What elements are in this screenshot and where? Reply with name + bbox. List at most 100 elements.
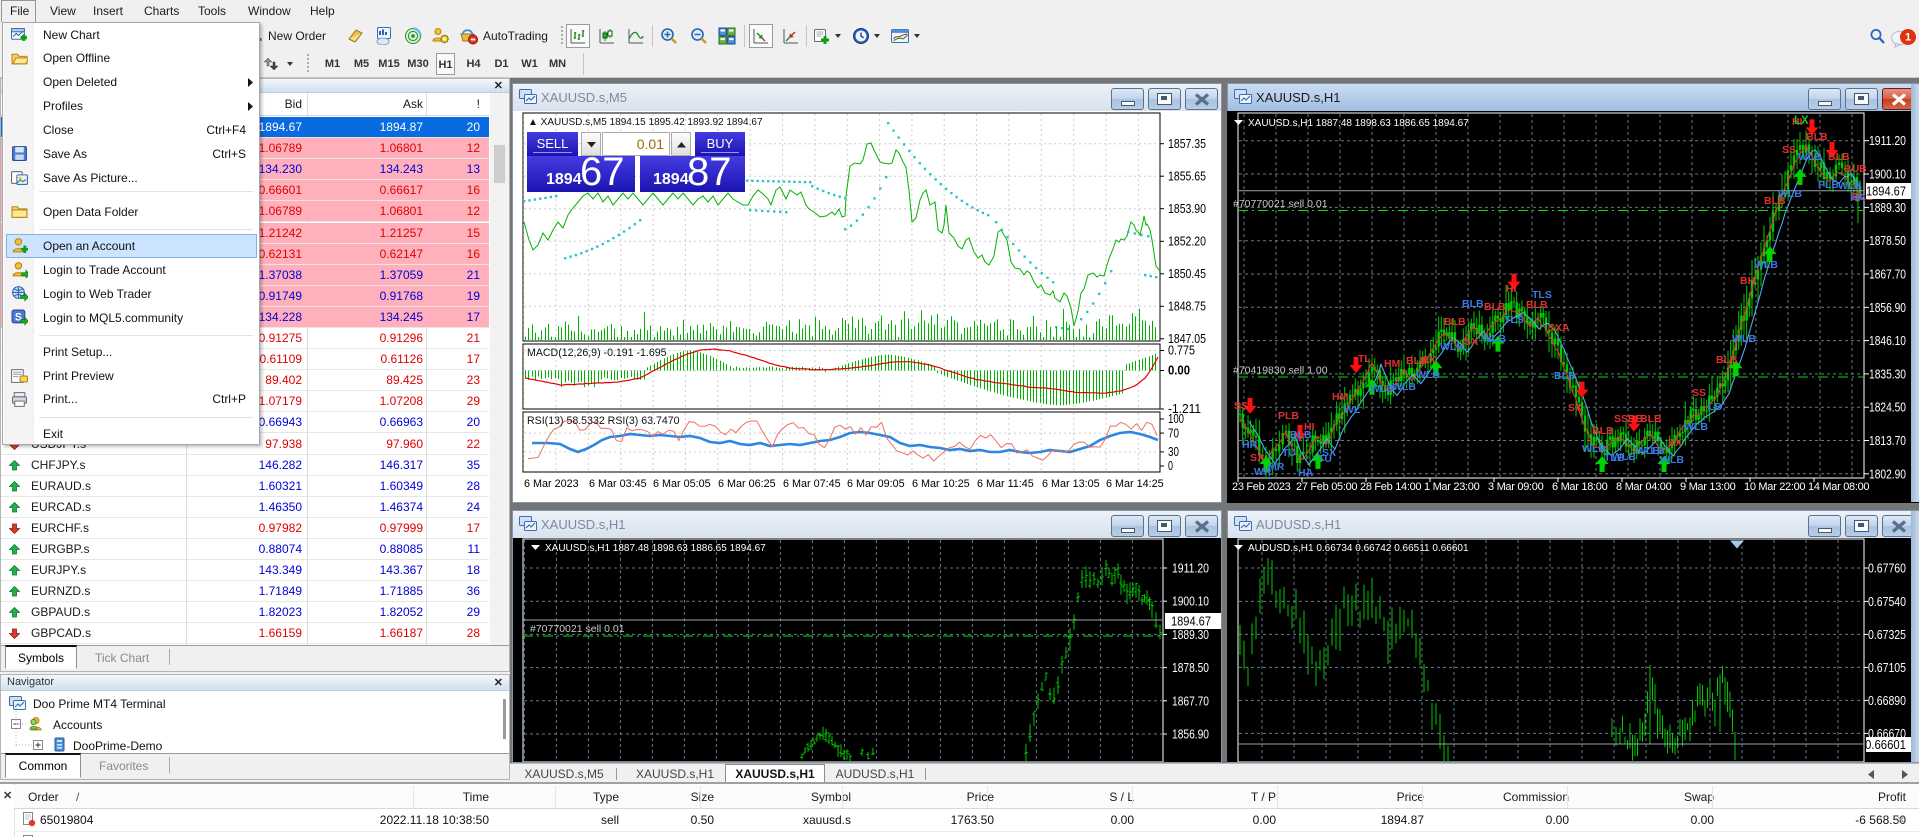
svg-text:23 Feb 2023: 23 Feb 2023: [1232, 481, 1291, 493]
svg-text:30: 30: [1168, 444, 1179, 459]
svg-text:WLB: WLB: [1582, 443, 1606, 455]
svg-text:1900.10: 1900.10: [1869, 167, 1906, 182]
svg-text:TLS: TLS: [1504, 314, 1524, 326]
svg-text:HR: HR: [1850, 192, 1866, 204]
svg-text:SX: SX: [1464, 336, 1478, 348]
svg-text:SX: SX: [1422, 354, 1436, 366]
svg-text:14 Mar 08:00: 14 Mar 08:00: [1808, 481, 1869, 493]
svg-text:BLB: BLB: [1592, 425, 1614, 437]
svg-text:BH: BH: [1740, 275, 1755, 287]
svg-text:28 Feb 14:00: 28 Feb 14:00: [1360, 481, 1421, 493]
svg-text:SX: SX: [1322, 447, 1336, 459]
svg-text:BLB: BLB: [1290, 429, 1312, 441]
svg-text:1846.10: 1846.10: [1869, 333, 1906, 348]
svg-text:9 Mar 13:00: 9 Mar 13:00: [1680, 481, 1736, 493]
svg-text:WLB: WLB: [1754, 259, 1778, 271]
svg-text:BLB: BLB: [1806, 131, 1828, 143]
svg-text:6 Mar 18:00: 6 Mar 18:00: [1552, 481, 1608, 493]
svg-text:100: 100: [1168, 411, 1184, 426]
svg-text:1911.20: 1911.20: [1869, 133, 1906, 148]
svg-text:WLB: WLB: [1370, 383, 1394, 395]
svg-text:1850.45: 1850.45: [1168, 266, 1206, 281]
svg-text:SXA: SXA: [1548, 322, 1570, 334]
svg-text:WLB: WLB: [1612, 451, 1636, 463]
svg-text:XAUUSD.s,H1 1887.48 1898.63 1: XAUUSD.s,H1 1887.48 1898.63 1886.65 1894…: [545, 543, 766, 554]
svg-text:6 Mar 03:45: 6 Mar 03:45: [589, 478, 647, 490]
svg-text:0.66601: 0.66601: [1865, 737, 1906, 752]
svg-text:▲ XAUUSD.s,M5 1894.15 1895.42: ▲ XAUUSD.s,M5 1894.15 1895.42 1893.92 18…: [528, 117, 763, 128]
svg-text:10 Mar 22:00: 10 Mar 22:00: [1744, 481, 1805, 493]
svg-text:WLB: WLB: [1416, 369, 1440, 381]
svg-text:1867.70: 1867.70: [1172, 693, 1209, 708]
svg-text:TLS: TLS: [1532, 289, 1552, 301]
svg-text:6 Mar 09:05: 6 Mar 09:05: [847, 478, 905, 490]
svg-text:HA: HA: [1298, 467, 1314, 479]
svg-text:WLB: WLB: [1778, 188, 1802, 200]
svg-text:BLB: BLB: [1716, 354, 1738, 366]
svg-text:HM: HM: [1332, 391, 1349, 403]
svg-text:HM: HM: [1384, 358, 1401, 370]
svg-text:PLB: PLB: [1818, 179, 1839, 191]
svg-text:WLB: WLB: [1838, 180, 1862, 192]
svg-text:SX: SX: [1668, 437, 1682, 449]
svg-text:SS: SS: [1234, 400, 1248, 412]
svg-text:1867.70: 1867.70: [1869, 267, 1906, 282]
svg-text:BUB: BUB: [1844, 163, 1867, 175]
svg-text:#70770021 sell 0.01: #70770021 sell 0.01: [530, 623, 625, 635]
svg-text:1852.20: 1852.20: [1168, 234, 1206, 249]
svg-text:MACD(12,26,9) -0.191 -1.695: MACD(12,26,9) -0.191 -1.695: [527, 347, 667, 359]
svg-text:1857.35: 1857.35: [1168, 136, 1206, 151]
svg-text:RSI(13) 58.5332 RSI(3) 63.747: RSI(13) 58.5332 RSI(3) 63.7470: [527, 415, 680, 427]
svg-text:LX: LX: [1794, 115, 1809, 127]
svg-text:6 Mar 05:05: 6 Mar 05:05: [653, 478, 711, 490]
svg-text:1856.90: 1856.90: [1172, 727, 1209, 742]
svg-text:BLB: BLB: [1444, 316, 1466, 328]
svg-text:WLB: WLB: [1482, 333, 1506, 345]
svg-text:1855.65: 1855.65: [1168, 168, 1206, 183]
svg-text:6 Mar 06:25: 6 Mar 06:25: [718, 478, 776, 490]
svg-text:BLB: BLB: [1462, 298, 1484, 310]
svg-text:6 Mar 07:45: 6 Mar 07:45: [783, 478, 841, 490]
svg-text:HI: HI: [1506, 283, 1517, 295]
svg-text:HR: HR: [1242, 439, 1258, 451]
svg-text:#70419830 sell 1.00: #70419830 sell 1.00: [1233, 365, 1328, 377]
svg-text:0.00: 0.00: [1168, 363, 1190, 378]
svg-text:TL: TL: [1358, 353, 1371, 365]
svg-text:TLB: TLB: [1644, 445, 1665, 457]
svg-text:1856.90: 1856.90: [1869, 300, 1906, 315]
svg-text:BLB: BLB: [1640, 413, 1662, 425]
svg-text:1: 1: [1905, 32, 1911, 44]
svg-text:6 Mar 13:05: 6 Mar 13:05: [1042, 478, 1100, 490]
svg-text:0.775: 0.775: [1168, 343, 1195, 358]
svg-text:1 Mar 23:00: 1 Mar 23:00: [1424, 481, 1480, 493]
svg-text:0.67760: 0.67760: [1868, 561, 1906, 576]
svg-text:1878.50: 1878.50: [1172, 660, 1209, 675]
svg-text:1900.10: 1900.10: [1172, 594, 1209, 609]
svg-text:1878.50: 1878.50: [1869, 233, 1906, 248]
svg-text:0.66890: 0.66890: [1868, 693, 1906, 708]
svg-text:1802.90: 1802.90: [1869, 466, 1906, 481]
svg-text:WLB: WLB: [1798, 151, 1822, 163]
svg-text:1894.67: 1894.67: [1866, 184, 1906, 199]
svg-text:BLB: BLB: [1484, 301, 1506, 313]
svg-text:0.67325: 0.67325: [1868, 627, 1906, 642]
svg-text:WLB: WLB: [1684, 421, 1708, 433]
svg-text:PLB: PLB: [1278, 410, 1299, 422]
svg-text:1824.50: 1824.50: [1869, 400, 1906, 415]
svg-text:6 Mar 14:25: 6 Mar 14:25: [1106, 478, 1164, 490]
svg-text:3 Mar 09:00: 3 Mar 09:00: [1488, 481, 1544, 493]
svg-text:1848.75: 1848.75: [1168, 299, 1206, 314]
svg-text:70: 70: [1168, 425, 1179, 440]
svg-text:MR: MR: [1268, 461, 1285, 473]
svg-text:AUDUSD.s,H1 0.66734 0.66742 0: AUDUSD.s,H1 0.66734 0.66742 0.66511 0.66…: [1248, 543, 1469, 554]
svg-text:LB: LB: [1708, 401, 1722, 413]
svg-text:WLB: WLB: [1392, 381, 1416, 393]
svg-text:WL: WL: [1344, 404, 1361, 416]
svg-text:8 Mar 04:00: 8 Mar 04:00: [1616, 481, 1672, 493]
svg-text:1894.67: 1894.67: [1171, 614, 1211, 629]
svg-text:0: 0: [1168, 458, 1173, 473]
svg-text:WLB: WLB: [1732, 333, 1756, 345]
svg-text:0.67105: 0.67105: [1868, 660, 1906, 675]
svg-text:SX: SX: [1568, 402, 1582, 414]
svg-text:1813.70: 1813.70: [1869, 433, 1906, 448]
